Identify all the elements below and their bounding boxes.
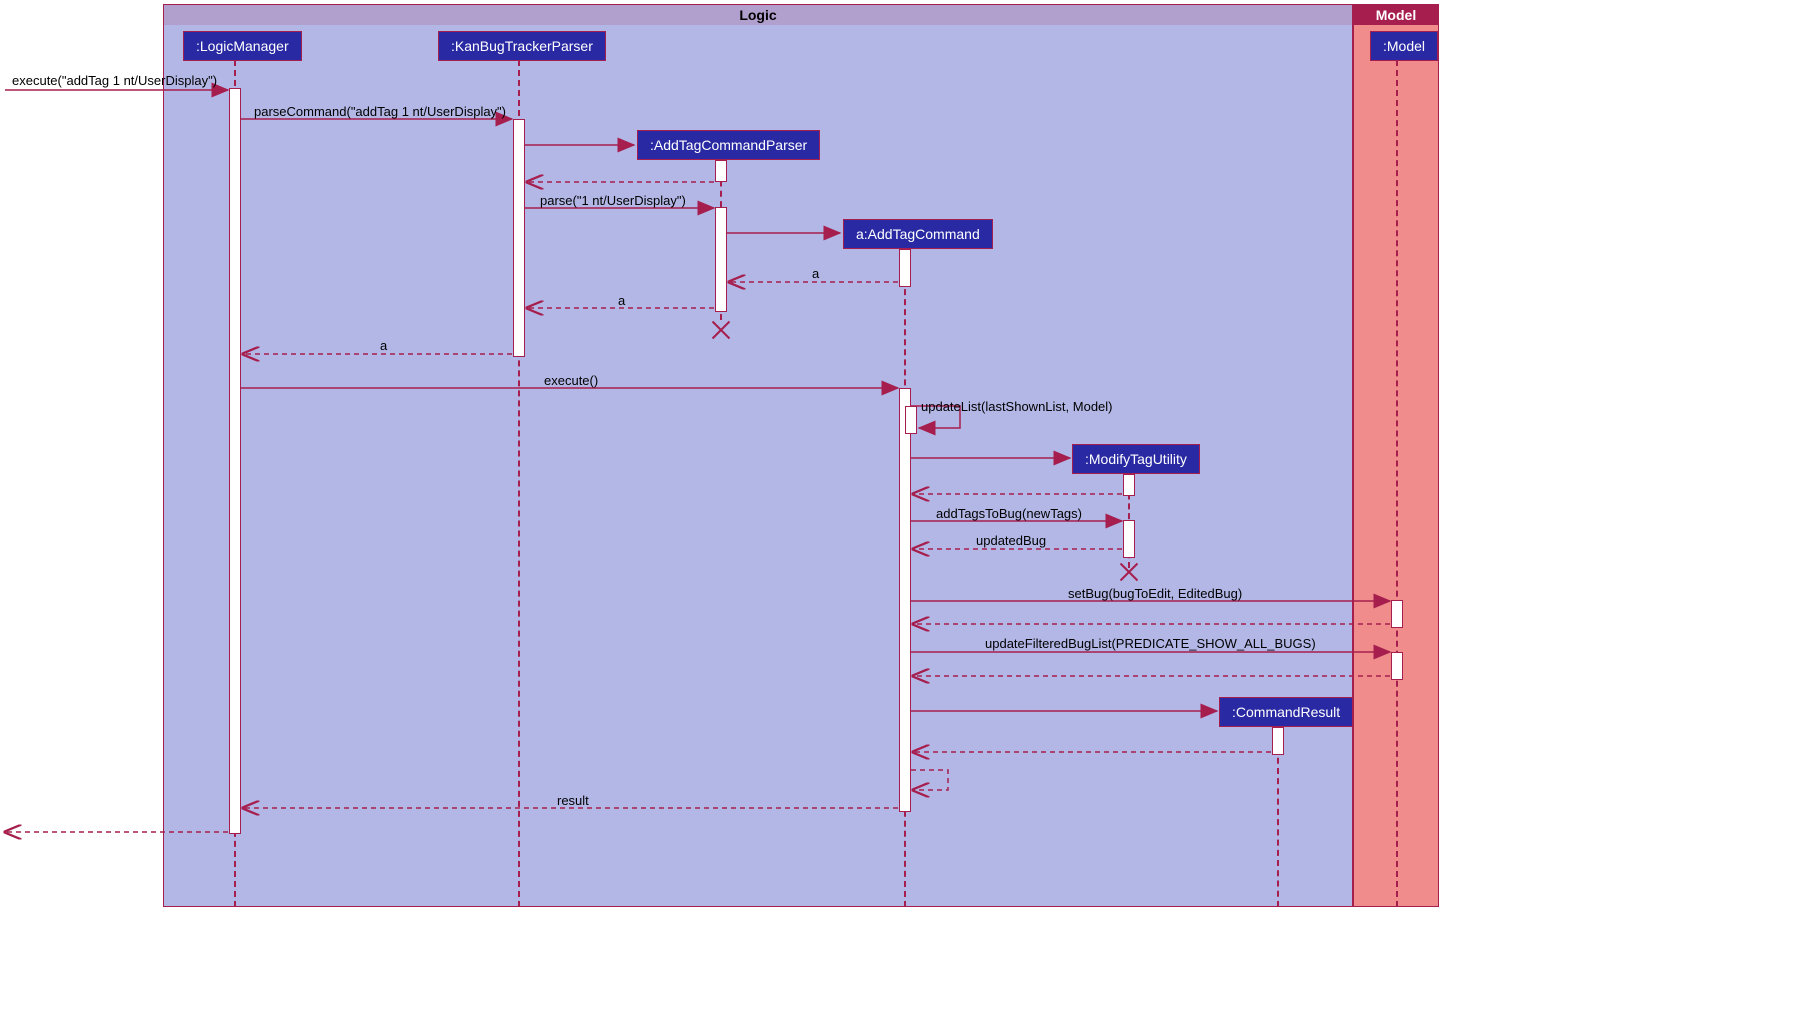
msg-parse: parse("1 nt/UserDisplay") — [540, 193, 686, 208]
activation-modifytagutility-1 — [1123, 474, 1135, 496]
msg-return-a2: a — [618, 293, 625, 308]
participant-model: :Model — [1370, 31, 1438, 61]
activation-commandresult — [1272, 727, 1284, 755]
frame-logic-label: Logic — [164, 5, 1352, 25]
activation-model-2 — [1391, 652, 1403, 680]
msg-result: result — [557, 793, 589, 808]
lifeline-model — [1396, 60, 1398, 907]
msg-return-a3: a — [380, 338, 387, 353]
participant-addtagcommand: a:AddTagCommand — [843, 219, 993, 249]
activation-model-1 — [1391, 600, 1403, 628]
activation-addtagcommand-2 — [899, 388, 911, 812]
msg-updatefilteredbuglist: updateFilteredBugList(PREDICATE_SHOW_ALL… — [985, 636, 1316, 651]
activation-modifytagutility-2 — [1123, 520, 1135, 558]
activation-addtagcommand-self — [905, 406, 917, 434]
msg-execute1: execute("addTag 1 nt/UserDisplay") — [12, 73, 217, 88]
msg-updatedbug: updatedBug — [976, 533, 1046, 548]
msg-execute2: execute() — [544, 373, 598, 388]
activation-addtagcommandparser-1 — [715, 160, 727, 182]
frame-model-label: Model — [1354, 5, 1438, 25]
activation-addtagcommandparser-2 — [715, 207, 727, 312]
activation-kanbugtrackerparser — [513, 119, 525, 357]
destroy-modifytagutility — [1117, 560, 1141, 584]
participant-addtagcommandparser: :AddTagCommandParser — [637, 130, 820, 160]
participant-modifytagutility: :ModifyTagUtility — [1072, 444, 1200, 474]
destroy-addtagcommandparser — [709, 318, 733, 342]
msg-parsecommand: parseCommand("addTag 1 nt/UserDisplay") — [254, 104, 506, 119]
msg-updatelist: updateList(lastShownList, Model) — [921, 399, 1113, 414]
msg-setbug: setBug(bugToEdit, EditedBug) — [1068, 586, 1242, 601]
activation-addtagcommand-1 — [899, 249, 911, 287]
participant-commandresult: :CommandResult — [1219, 697, 1353, 727]
participant-logicmanager: :LogicManager — [183, 31, 302, 61]
activation-logicmanager — [229, 88, 241, 834]
msg-addtagstobug: addTagsToBug(newTags) — [936, 506, 1082, 521]
participant-kanbugtrackerparser: :KanBugTrackerParser — [438, 31, 606, 61]
msg-return-a1: a — [812, 266, 819, 281]
